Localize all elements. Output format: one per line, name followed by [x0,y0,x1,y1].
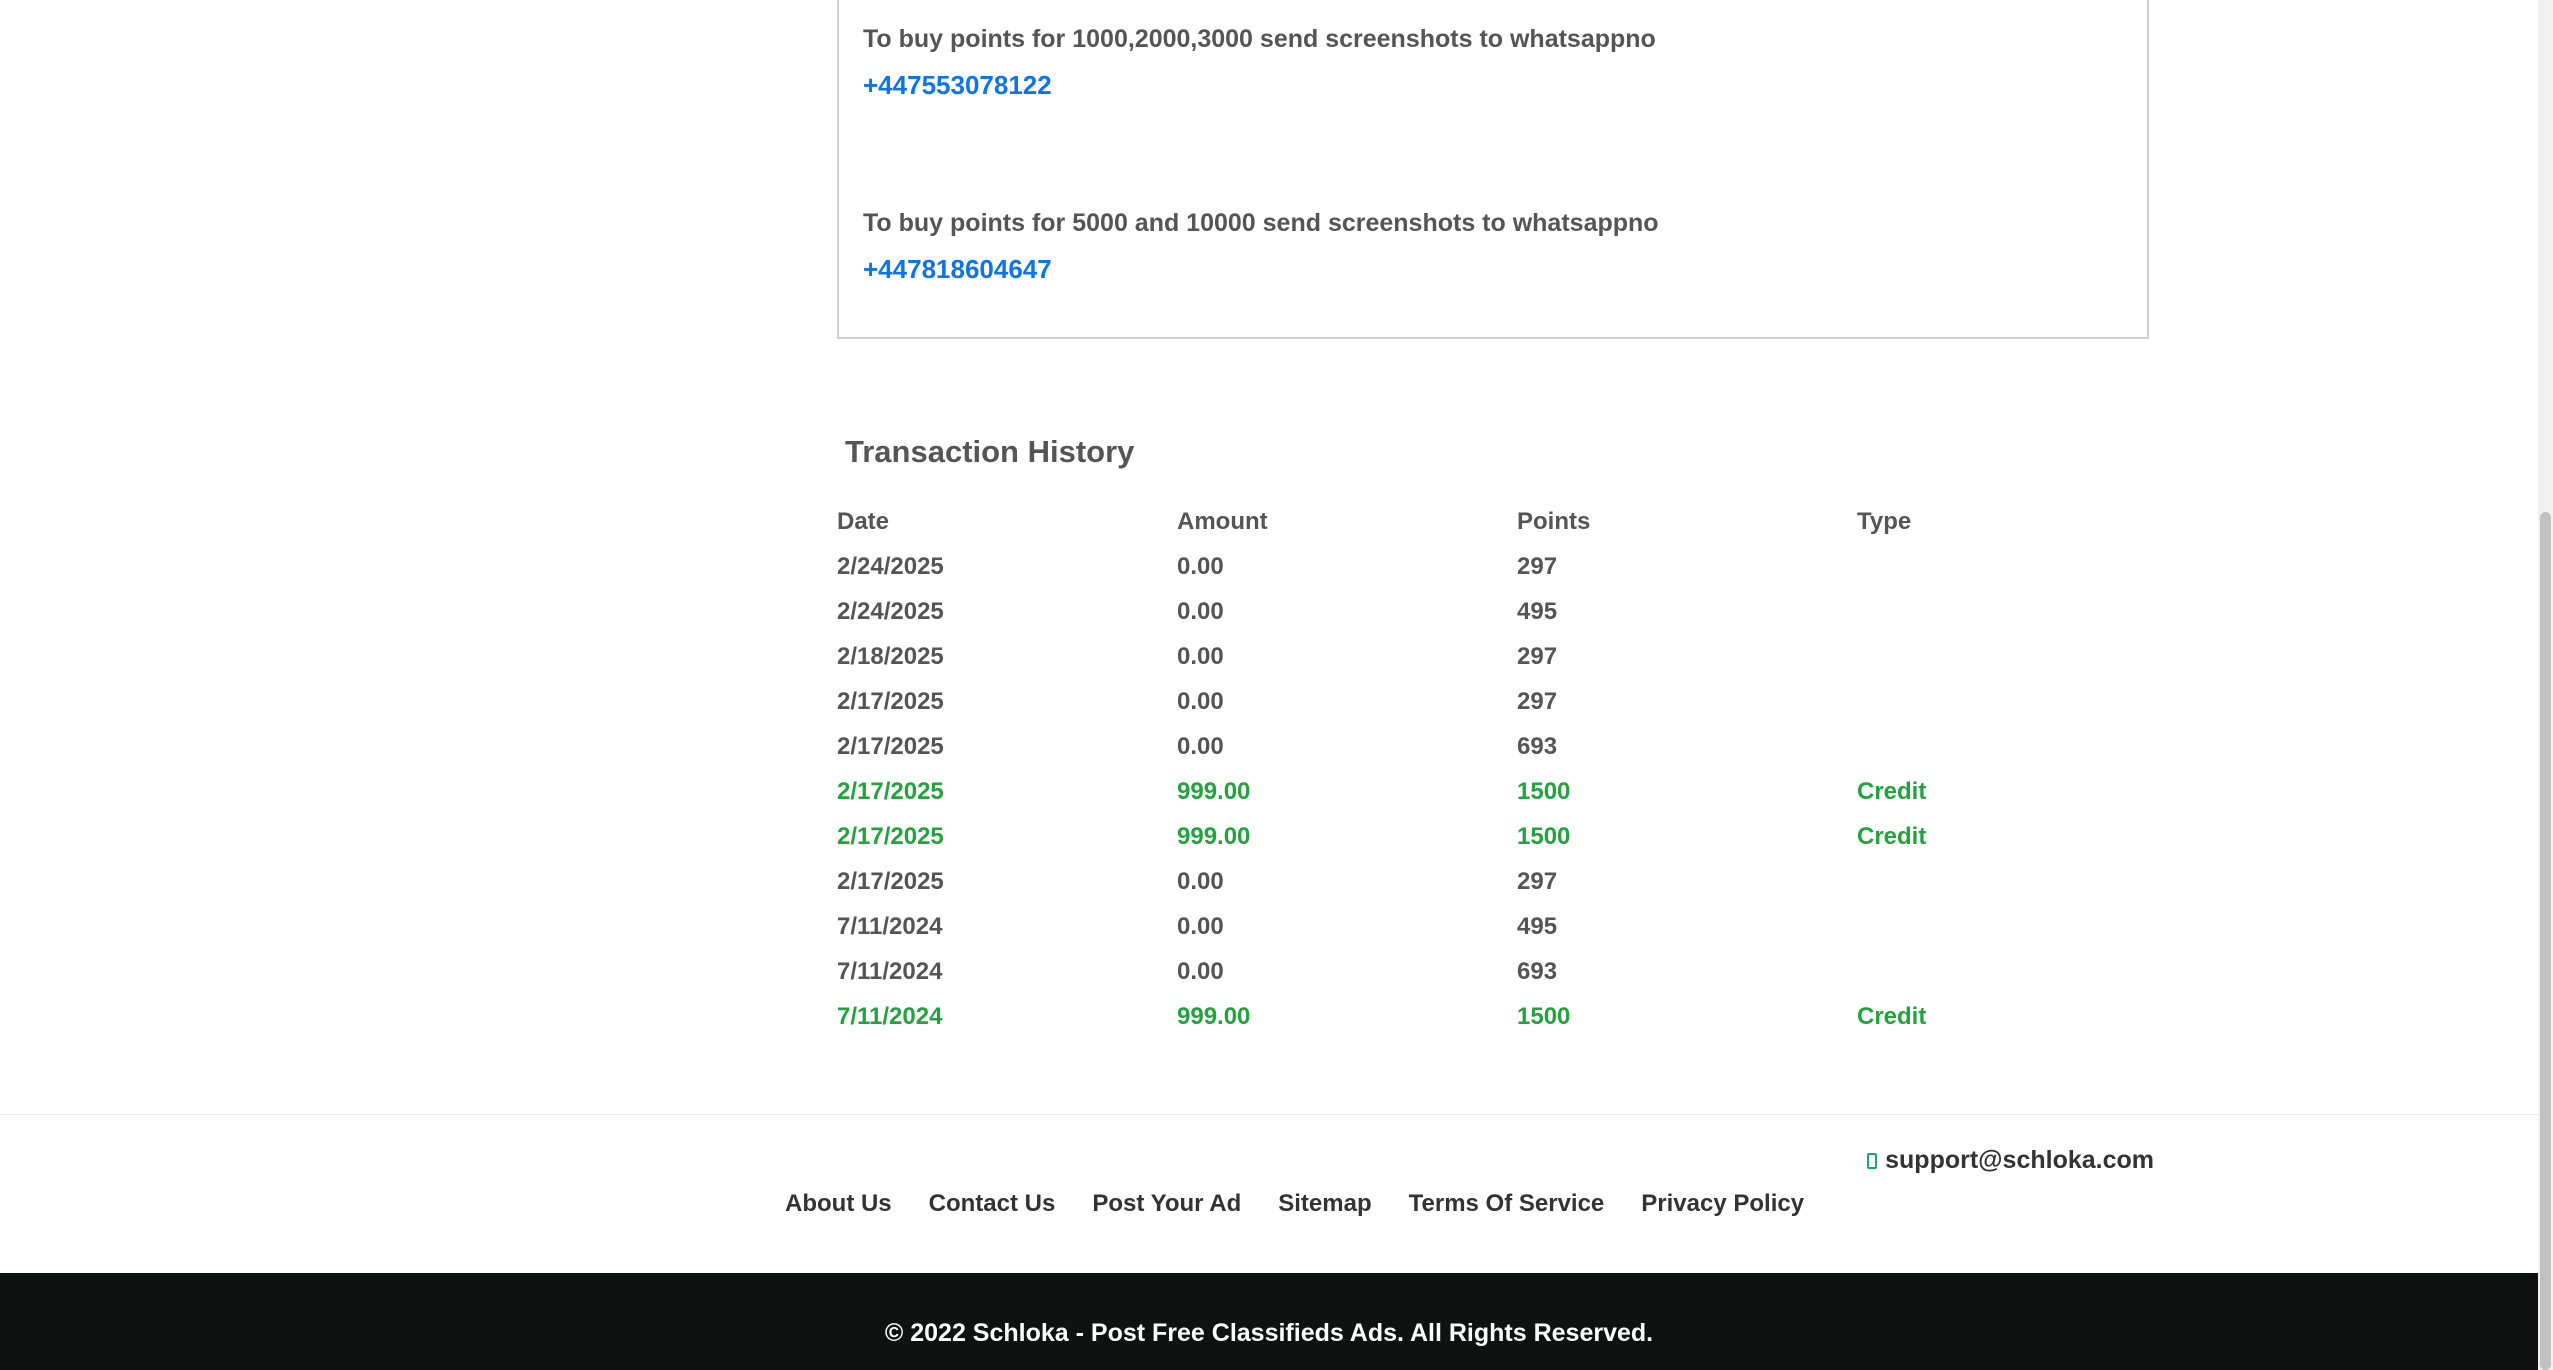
cell-amount: 0.00 [1177,598,1224,625]
cell-points: 1500 [1517,1003,1571,1030]
buy-points-info-box: To buy points for 1000,2000,3000 send sc… [837,0,2149,339]
cell-type: Credit [1857,1003,1927,1030]
footer-link-privacy-policy[interactable]: Privacy Policy [1641,1190,1804,1218]
cell-points: 693 [1517,958,1558,985]
header-amount: Amount [1177,508,1268,535]
cell-amount: 999.00 [1177,823,1251,850]
table-row: 2/17/2025 0.00 297 [837,862,2197,907]
cell-amount: 0.00 [1177,913,1224,940]
cell-points: 297 [1517,688,1558,715]
copyright-bar: © 2022 Schloka - Post Free Classifieds A… [0,1273,2538,1370]
table-row: 2/17/2025 0.00 297 [837,682,2197,727]
cell-points: 495 [1517,598,1558,625]
support-contact: support@schloka.com [1867,1146,2154,1175]
table-row: 7/11/2024 999.00 1500 Credit [837,997,2197,1042]
cell-type: Credit [1857,823,1927,850]
cell-date: 7/11/2024 [837,913,943,940]
footer-link-post-your-ad[interactable]: Post Your Ad [1092,1190,1241,1218]
table-header-row: Date Amount Points Type [837,502,2197,547]
header-points: Points [1517,508,1591,535]
table-row: 7/11/2024 0.00 693 [837,952,2197,997]
footer-link-terms-of-service[interactable]: Terms Of Service [1409,1190,1605,1218]
footer-link-about-us[interactable]: About Us [785,1190,892,1218]
header-type: Type [1857,508,1912,535]
footer-link-sitemap[interactable]: Sitemap [1278,1190,1371,1218]
cell-type: Credit [1857,778,1927,805]
whatsapp-phone-link-2[interactable]: +447818604647 [863,254,1052,285]
support-email[interactable]: support@schloka.com [1885,1146,2154,1175]
transaction-history-title: Transaction History [845,434,1135,469]
cell-date: 7/11/2024 [837,1003,943,1030]
page: To buy points for 1000,2000,3000 send sc… [0,0,2553,1370]
cell-date: 2/24/2025 [837,553,944,580]
copyright-text: © 2022 Schloka - Post Free Classifieds A… [884,1319,1654,1347]
cell-amount: 0.00 [1177,868,1224,895]
cell-amount: 999.00 [1177,778,1251,805]
cell-points: 297 [1517,868,1558,895]
cell-points: 495 [1517,913,1558,940]
cell-amount: 0.00 [1177,958,1224,985]
header-date: Date [837,508,890,535]
scrollbar[interactable] [2538,0,2553,1370]
cell-amount: 999.00 [1177,1003,1251,1030]
cell-points: 693 [1517,733,1558,760]
table-row: 2/24/2025 0.00 495 [837,592,2197,637]
cell-date: 2/17/2025 [837,778,944,805]
cell-date: 2/17/2025 [837,688,944,715]
cell-amount: 0.00 [1177,643,1224,670]
cell-date: 2/17/2025 [837,823,944,850]
cell-points: 1500 [1517,823,1571,850]
table-body: 2/24/2025 0.00 297 2/24/2025 0.00 495 2/18/202… [837,547,2197,1042]
buy-points-instruction-2: To buy points for 5000 and 10000 send sc… [863,209,1659,237]
cell-points: 297 [1517,643,1558,670]
cell-date: 7/11/2024 [837,958,943,985]
cell-amount: 0.00 [1177,688,1224,715]
footer-nav: About Us Contact Us Post Your Ad Sitemap… [785,1190,1804,1218]
table-row: 2/17/2025 0.00 693 [837,727,2197,772]
table-row: 2/17/2025 999.00 1500 Credit [837,817,2197,862]
mail-icon [1867,1152,1878,1169]
cell-amount: 0.00 [1177,553,1224,580]
table-row: 2/17/2025 999.00 1500 Credit [837,772,2197,817]
table-row: 7/11/2024 0.00 495 [837,907,2197,952]
cell-points: 297 [1517,553,1558,580]
cell-amount: 0.00 [1177,733,1224,760]
cell-points: 1500 [1517,778,1571,805]
whatsapp-phone-link-1[interactable]: +447553078122 [863,70,1052,101]
cell-date: 2/17/2025 [837,868,944,895]
scrollbar-thumb[interactable] [2540,512,2551,1370]
cell-date: 2/18/2025 [837,643,944,670]
cell-date: 2/24/2025 [837,598,944,625]
buy-points-instruction-1: To buy points for 1000,2000,3000 send sc… [863,25,1656,53]
transaction-table: Date Amount Points Type 2/24/2025 0.00 297… [837,502,2197,1042]
footer-link-contact-us[interactable]: Contact Us [929,1190,1056,1218]
table-row: 2/18/2025 0.00 297 [837,637,2197,682]
table-row: 2/24/2025 0.00 297 [837,547,2197,592]
cell-date: 2/17/2025 [837,733,944,760]
footer-divider [0,1114,2538,1115]
